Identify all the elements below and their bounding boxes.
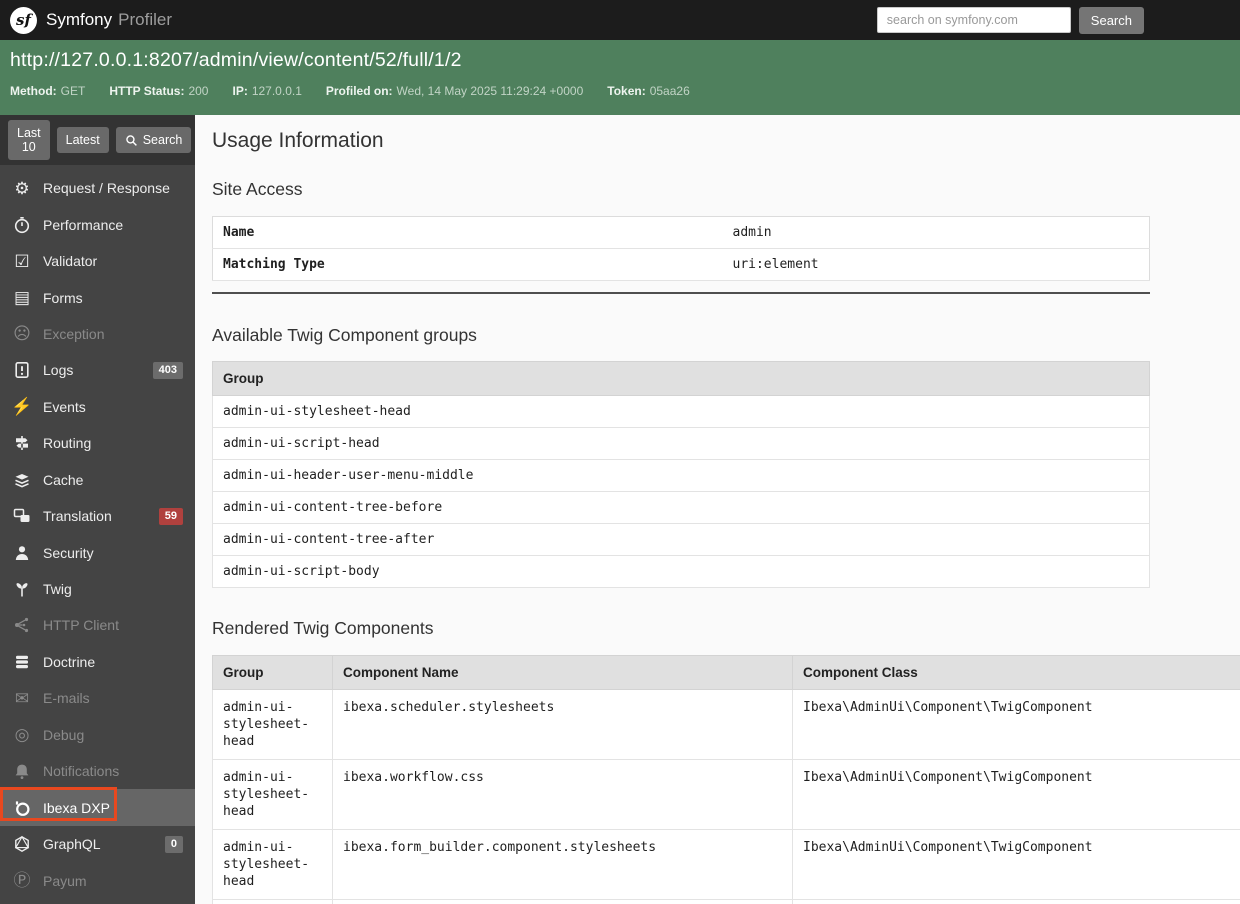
- sidebar-item-forms[interactable]: ▤ Forms: [0, 279, 195, 315]
- sidebar-item-request-response[interactable]: ⚙ Request / Response: [0, 170, 195, 206]
- page-title: Usage Information: [212, 129, 384, 152]
- sidebar-item-security[interactable]: Security: [0, 534, 195, 570]
- table-row: Name admin: [212, 216, 1150, 249]
- brand-name: Symfony: [46, 10, 113, 29]
- sidebar-item-logs[interactable]: Logs 403: [0, 352, 195, 388]
- envelope-icon: ✉: [14, 688, 30, 708]
- sidebar-item-debug: ◎ Debug: [0, 717, 195, 753]
- sidebar-menu: ⚙ Request / Response Performance ☑ Valid…: [0, 170, 195, 899]
- logs-count-badge: 403: [152, 361, 183, 379]
- sidebar-item-events[interactable]: ⚡ Events: [0, 389, 195, 425]
- sidebar-item-cache[interactable]: Cache: [0, 462, 195, 498]
- column-header-component-name: Component Name: [332, 655, 793, 690]
- top-bar: sf Symfony Profiler Search: [0, 0, 1240, 40]
- broadcast-icon: ⚡: [11, 397, 33, 417]
- column-header-component-class: Component Class: [792, 655, 1240, 690]
- sidebar-item-routing[interactable]: Routing: [0, 425, 195, 461]
- table-row: admin-ui-stylesheet-head: [212, 395, 1150, 428]
- plant-icon: [9, 580, 35, 598]
- table-row: admin-ui-header-user-menu-middle: [212, 459, 1150, 492]
- translation-count-badge: 59: [158, 507, 183, 525]
- sidebar-item-exception: ☹ Exception: [0, 316, 195, 352]
- table-header-row: Group Component Name Component Class: [212, 655, 1240, 690]
- site-access-key: Matching Type: [212, 248, 723, 281]
- column-header-group: Group: [212, 361, 1150, 396]
- table-row: admin-ui-script-head: [212, 427, 1150, 460]
- payum-p-icon: Ⓟ: [13, 871, 31, 891]
- gears-icon: ⚙: [14, 178, 30, 198]
- clipboard-icon: ▤: [13, 288, 31, 308]
- twig-groups-heading: Available Twig Component groups: [212, 325, 477, 345]
- sidebar-item-notifications: Notifications: [0, 753, 195, 789]
- site-access-table: Name admin Matching Type uri:element: [212, 216, 1150, 281]
- meta-http-status: HTTP Status: 200: [109, 84, 209, 98]
- profiled-url[interactable]: http://127.0.0.1:8207/admin/view/content…: [10, 49, 1230, 72]
- latest-button[interactable]: Latest: [56, 127, 109, 153]
- sidebar-shortcuts: Last 10 Latest Search: [0, 115, 195, 165]
- sidebar-item-performance[interactable]: Performance: [0, 206, 195, 242]
- ghost-icon: ☹: [13, 324, 31, 344]
- table-row: admin-ui-content-tree-after: [212, 523, 1150, 556]
- last-10-button[interactable]: Last 10: [8, 120, 50, 160]
- meta-ip: IP: 127.0.0.1: [232, 84, 302, 98]
- symfony-search-button[interactable]: Search: [1078, 6, 1144, 34]
- sidebar-item-doctrine[interactable]: Doctrine: [0, 644, 195, 680]
- nodes-icon: [9, 616, 35, 634]
- site-access-key: Name: [212, 216, 723, 249]
- sidebar-item-translation[interactable]: Translation 59: [0, 498, 195, 534]
- sidebar-item-payum: Ⓟ Payum: [0, 862, 195, 898]
- table-row: admin-ui-script-body: [212, 555, 1150, 588]
- symfony-logo-icon: sf: [10, 6, 37, 34]
- meta-profiled-on: Profiled on: Wed, 14 May 2025 11:29:24 +0…: [325, 84, 584, 98]
- site-access-heading: Site Access: [212, 179, 303, 199]
- table-row: admin-ui-content-tree-before: [212, 491, 1150, 524]
- target-icon: ◎: [14, 725, 30, 745]
- sidebar-item-emails: ✉ E-mails: [0, 680, 195, 716]
- request-meta: Method: GET HTTP Status: 200 IP: 127.0.0.1 …: [10, 84, 1230, 98]
- page-name: Profiler: [118, 10, 172, 29]
- table-row: admin-ui-stylesheet-head ibexa.workflow.…: [212, 759, 1240, 830]
- log-book-icon: [9, 361, 35, 379]
- bell-icon: [9, 762, 35, 780]
- sidebar-item-validator[interactable]: ☑ Validator: [0, 243, 195, 279]
- layers-icon: [9, 471, 35, 489]
- sidebar-item-graphql[interactable]: GraphQL 0: [0, 826, 195, 862]
- table-row: admin-ui-stylesheet-head ibexa.scheduler…: [212, 689, 1240, 760]
- signpost-icon: [9, 434, 35, 452]
- column-header-group: Group: [212, 655, 333, 690]
- meta-token: Token: 05aa26: [607, 84, 690, 98]
- speech-bubbles-icon: [9, 507, 35, 525]
- checkbox-icon: ☑: [14, 251, 30, 271]
- sidebar-item-ibexa-dxp[interactable]: Ibexa DXP: [0, 787, 195, 826]
- database-icon: [9, 653, 35, 671]
- profiler-sidebar: Last 10 Latest Search ⚙ Request / Respon…: [0, 115, 195, 904]
- stopwatch-icon: [9, 216, 35, 234]
- graphql-count-badge: 0: [164, 835, 183, 853]
- person-icon: [9, 544, 35, 562]
- table-row: Matching Type uri:element: [212, 248, 1150, 281]
- sidebar-item-http-client: HTTP Client: [0, 607, 195, 643]
- section-divider: [212, 292, 1150, 294]
- site-access-value: admin: [722, 216, 1150, 249]
- ibexa-logo-icon: [9, 798, 35, 818]
- magnifier-icon: [125, 134, 138, 147]
- graphql-hexagon-icon: [9, 835, 35, 853]
- rendered-components-heading: Rendered Twig Components: [212, 618, 434, 638]
- symfony-search-input[interactable]: [876, 7, 1071, 33]
- panel-content: Usage Information Site Access Name admin…: [195, 115, 1240, 904]
- symfony-profiler-window: sf Symfony Profiler Search http://127.0.…: [0, 0, 1240, 904]
- table-header-row: Group: [212, 361, 1150, 396]
- meta-method: Method: GET: [10, 84, 86, 98]
- table-row: admin-ui-stylesheet-head ibexa.form_buil…: [212, 829, 1240, 900]
- search-shortcut-button[interactable]: Search: [115, 127, 192, 153]
- request-summary-bar: http://127.0.0.1:8207/admin/view/content…: [0, 40, 1240, 115]
- table-row-partial: [212, 899, 1240, 904]
- site-access-value: uri:element: [722, 248, 1150, 281]
- twig-groups-table: Group admin-ui-stylesheet-head admin-ui-…: [212, 361, 1150, 588]
- sidebar-item-twig[interactable]: Twig: [0, 571, 195, 607]
- rendered-components-table: Group Component Name Component Class adm…: [212, 655, 1240, 904]
